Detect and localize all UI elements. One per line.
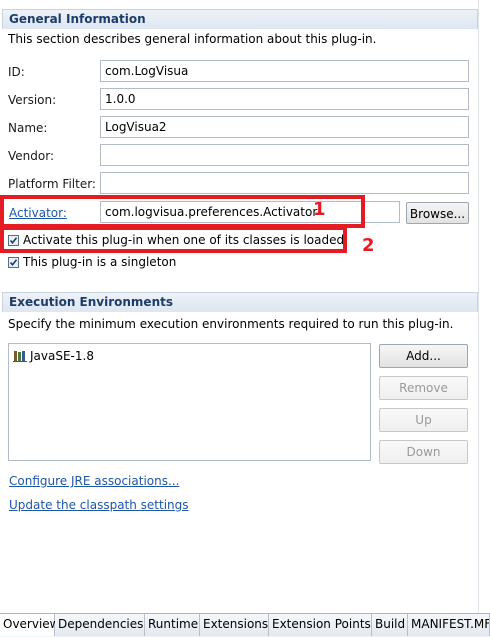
checkmark-icon bbox=[9, 258, 18, 266]
vendor-field[interactable] bbox=[100, 144, 469, 166]
id-label: ID: bbox=[8, 65, 25, 79]
browse-button[interactable]: Browse... bbox=[406, 202, 469, 224]
tab-extension-points[interactable]: Extension Points bbox=[269, 614, 372, 636]
general-information-header: General Information bbox=[2, 9, 478, 29]
list-item[interactable]: JavaSE-1.8 bbox=[13, 349, 94, 363]
configure-jre-link[interactable]: Configure JRE associations... bbox=[9, 474, 179, 488]
tab-runtime[interactable]: Runtime bbox=[145, 614, 200, 636]
platform-filter-field[interactable] bbox=[100, 172, 469, 194]
remove-environment-button[interactable]: Remove bbox=[379, 376, 468, 400]
tab-build[interactable]: Build bbox=[372, 614, 408, 636]
singleton-checkbox[interactable] bbox=[8, 256, 19, 268]
tab-manifest[interactable]: MANIFEST.MF bbox=[408, 614, 490, 636]
annotation-box-2 bbox=[0, 226, 347, 253]
jre-library-icon bbox=[13, 350, 27, 362]
id-field[interactable] bbox=[100, 60, 469, 82]
tab-dependencies[interactable]: Dependencies bbox=[55, 614, 145, 636]
update-classpath-link[interactable]: Update the classpath settings bbox=[9, 498, 189, 512]
annotation-marker-1: 1 bbox=[313, 199, 326, 220]
version-label: Version: bbox=[8, 93, 57, 107]
singleton-checkbox-label: This plug-in is a singleton bbox=[23, 255, 177, 269]
editor-right-border bbox=[478, 0, 479, 613]
vendor-label: Vendor: bbox=[8, 149, 54, 163]
version-field[interactable] bbox=[100, 88, 469, 110]
move-up-button[interactable]: Up bbox=[379, 408, 468, 432]
general-information-title: General Information bbox=[9, 12, 146, 26]
execution-environments-title: Execution Environments bbox=[9, 295, 173, 309]
move-down-button[interactable]: Down bbox=[379, 440, 468, 464]
execution-environments-description: Specify the minimum execution environmen… bbox=[8, 317, 454, 331]
environment-label: JavaSE-1.8 bbox=[30, 349, 94, 363]
add-environment-button[interactable]: Add... bbox=[379, 344, 468, 368]
singleton-checkbox-row[interactable]: This plug-in is a singleton bbox=[8, 254, 176, 270]
annotation-marker-2: 2 bbox=[362, 235, 375, 256]
general-information-description: This section describes general informati… bbox=[8, 32, 377, 46]
execution-environments-list[interactable]: JavaSE-1.8 bbox=[8, 343, 371, 461]
execution-environments-header: Execution Environments bbox=[2, 292, 478, 312]
tab-overview[interactable]: Overview bbox=[0, 614, 60, 636]
annotation-box-1 bbox=[0, 195, 365, 228]
name-field[interactable] bbox=[100, 116, 469, 138]
platform-filter-label: Platform Filter: bbox=[8, 177, 96, 191]
editor-tab-bar: Overview Dependencies Runtime Extensions… bbox=[0, 613, 490, 637]
name-label: Name: bbox=[8, 121, 48, 135]
tab-extensions[interactable]: Extensions bbox=[200, 614, 269, 636]
